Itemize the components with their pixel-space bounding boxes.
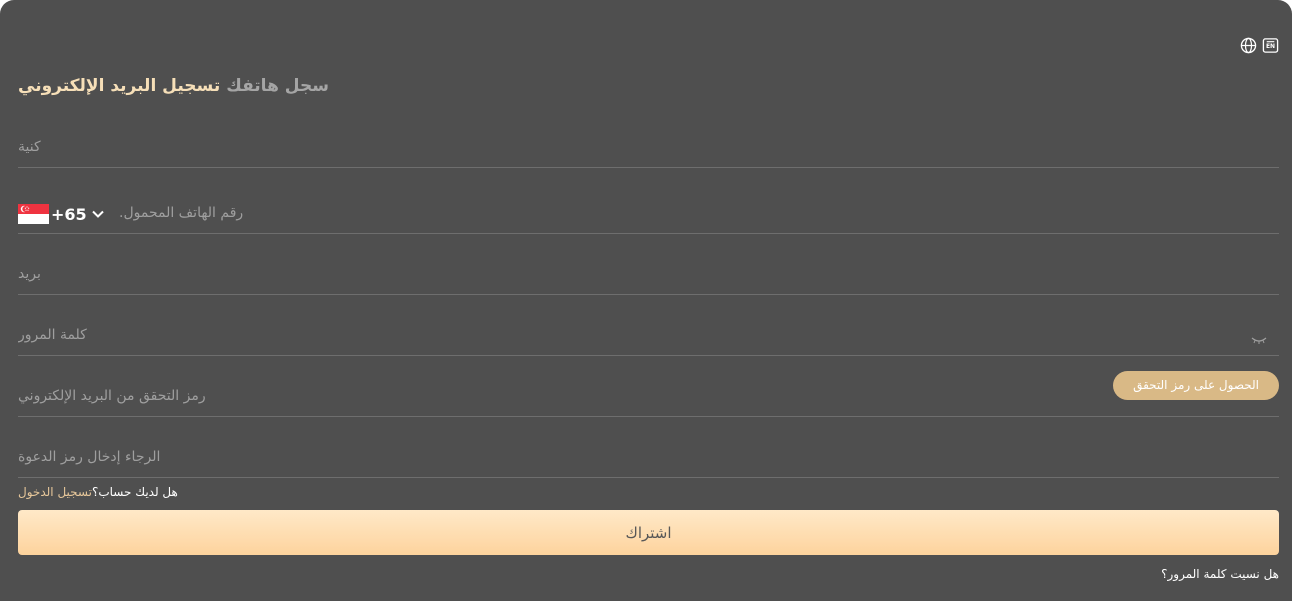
forgot-password-link[interactable]: هل نسيت كلمة المرور؟: [1161, 567, 1279, 581]
singapore-flag-icon: [18, 204, 49, 224]
nickname-input[interactable]: [18, 135, 1279, 159]
login-link[interactable]: تسجيل الدخول: [18, 485, 92, 499]
verification-code-field: الحصول على رمز التحقق: [18, 357, 1279, 417]
country-code-selector[interactable]: +65: [18, 204, 105, 224]
email-field: [18, 235, 1279, 295]
language-badge: EN: [1265, 43, 1276, 50]
globe-icon[interactable]: [1240, 37, 1257, 54]
nickname-field: [18, 108, 1279, 168]
eye-closed-icon[interactable]: [1251, 335, 1267, 345]
chevron-down-icon: [91, 210, 104, 218]
top-icons: EN: [1240, 37, 1279, 54]
password-input[interactable]: [18, 323, 1279, 347]
invite-code-field: [18, 418, 1279, 478]
language-en-icon[interactable]: EN: [1262, 37, 1279, 54]
tab-email-register[interactable]: تسجيل البريد الإلكتروني: [18, 76, 220, 96]
tab-phone-register[interactable]: سجل هاتفك: [226, 76, 329, 96]
get-code-button[interactable]: الحصول على رمز التحقق: [1113, 371, 1279, 400]
password-field: [18, 296, 1279, 356]
login-prompt: هل لديك حساب؟ تسجيل الدخول: [18, 485, 178, 499]
country-dial-code: +65: [51, 204, 87, 224]
register-modal: EN تسجيل البريد الإلكتروني سجل هاتفك +65: [0, 0, 1292, 601]
verification-code-input[interactable]: [18, 384, 1089, 408]
invite-code-input[interactable]: [18, 445, 1279, 469]
email-input[interactable]: [18, 262, 1279, 286]
register-tabs: تسجيل البريد الإلكتروني سجل هاتفك: [18, 76, 329, 96]
login-question: هل لديك حساب؟: [91, 485, 178, 499]
submit-button[interactable]: اشتراك: [18, 510, 1279, 555]
phone-input[interactable]: [119, 201, 1279, 225]
phone-field: +65: [18, 174, 1279, 234]
